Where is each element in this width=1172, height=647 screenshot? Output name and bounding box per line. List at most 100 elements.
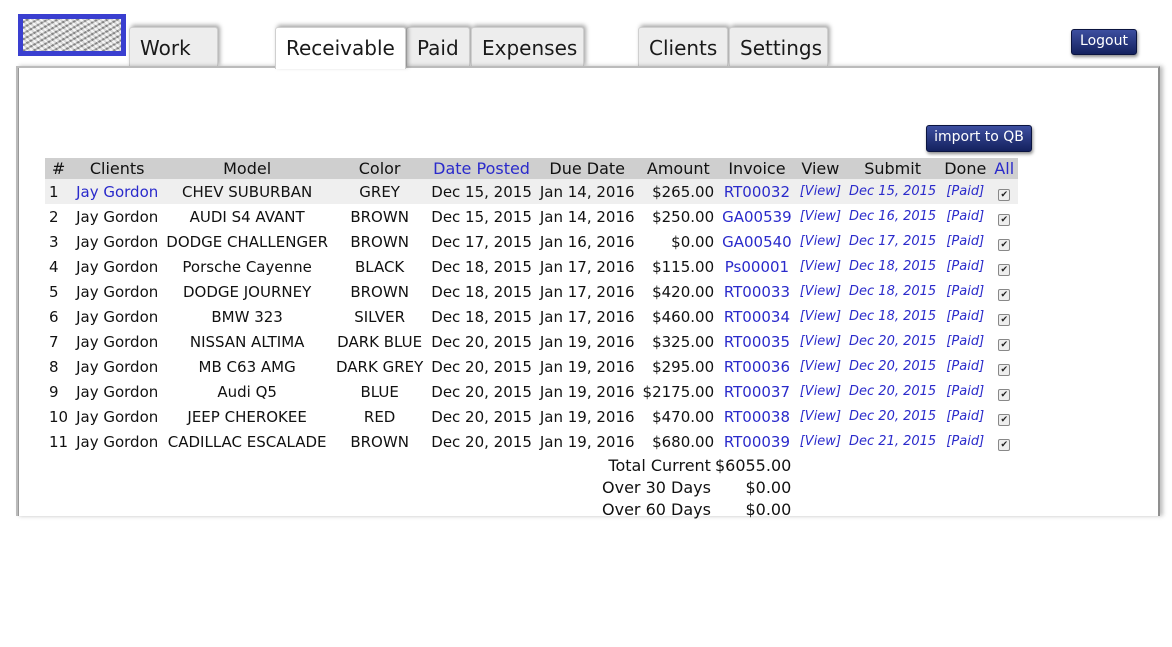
done-checkbox[interactable]: ✔: [998, 363, 1011, 376]
client-link[interactable]: Jay Gordon: [72, 354, 162, 379]
submit-date-link[interactable]: Dec 20, 2015: [845, 329, 940, 354]
view-link[interactable]: [View]: [796, 429, 845, 454]
invoice-link[interactable]: RT00037: [718, 379, 796, 404]
invoice-link[interactable]: RT00034: [718, 304, 796, 329]
invoice-link[interactable]: RT00033: [718, 279, 796, 304]
client-link[interactable]: Jay Gordon: [72, 254, 162, 279]
model-cell: MB C63 AMG: [198, 357, 296, 376]
col-header-clients[interactable]: Clients: [72, 158, 163, 179]
client-link[interactable]: Jay Gordon: [72, 404, 162, 429]
view-link[interactable]: [View]: [796, 304, 845, 329]
done-checkbox[interactable]: ✔: [998, 238, 1011, 251]
tab-receivable[interactable]: Receivable: [275, 27, 406, 69]
color-cell: RED: [363, 407, 396, 426]
paid-link[interactable]: [Paid]: [940, 354, 990, 379]
invoice-link[interactable]: RT00038: [718, 404, 796, 429]
tab-work-orders[interactable]: Work Orders: [129, 27, 219, 100]
date-posted-cell: Dec 17, 2015: [431, 232, 532, 251]
submit-date-link[interactable]: Dec 21, 2015: [845, 429, 940, 454]
client-link[interactable]: Jay Gordon: [72, 304, 162, 329]
view-link[interactable]: [View]: [796, 404, 845, 429]
paid-link[interactable]: [Paid]: [940, 429, 990, 454]
view-link[interactable]: [View]: [796, 204, 845, 229]
invoice-link[interactable]: GA00540: [718, 229, 796, 254]
view-link[interactable]: [View]: [796, 254, 845, 279]
tab-settings[interactable]: Settings: [729, 27, 828, 67]
paid-link[interactable]: [Paid]: [940, 329, 990, 354]
row-number: 7: [49, 332, 59, 351]
invoice-link[interactable]: RT00035: [718, 329, 796, 354]
done-checkbox-cell: ✔: [990, 179, 1019, 204]
view-link[interactable]: [View]: [796, 329, 845, 354]
paid-link[interactable]: [Paid]: [940, 404, 990, 429]
submit-date-link[interactable]: Dec 20, 2015: [845, 379, 940, 404]
view-link[interactable]: [View]: [795, 179, 846, 204]
done-checkbox-cell: ✔: [990, 254, 1018, 279]
submit-date-link[interactable]: Dec 18, 2015: [845, 254, 940, 279]
client-link[interactable]: Jay Gordon: [72, 379, 162, 404]
submit-date-link[interactable]: Dec 20, 2015: [845, 404, 940, 429]
row-number: 10: [49, 407, 69, 426]
table-row: 6 Jay Gordon BMW 323 SILVER Dec 18, 2015 Jan …: [45, 304, 1018, 329]
client-link[interactable]: Jay Gordon: [72, 429, 162, 454]
tab-paid[interactable]: Paid: [406, 27, 470, 67]
col-header-due-date[interactable]: Due Date: [535, 158, 639, 179]
col-header-submit[interactable]: Submit: [845, 158, 941, 179]
submit-date-link[interactable]: Dec 18, 2015: [845, 304, 940, 329]
paid-link[interactable]: [Paid]: [940, 279, 990, 304]
color-cell: BLUE: [360, 382, 399, 401]
col-header-date-posted[interactable]: Date Posted: [427, 158, 536, 179]
tab-clients[interactable]: Clients: [638, 27, 729, 67]
col-header-done: Done: [940, 158, 991, 179]
import-to-qb-button[interactable]: import to QB: [926, 125, 1032, 152]
col-header-model[interactable]: Model: [162, 158, 332, 179]
submit-date-link[interactable]: Dec 16, 2015: [845, 204, 940, 229]
client-link[interactable]: Jay Gordon: [72, 279, 162, 304]
done-checkbox[interactable]: ✔: [998, 438, 1011, 451]
submit-date-link[interactable]: Dec 17, 2015: [845, 229, 940, 254]
client-link[interactable]: Jay Gordon: [72, 204, 162, 229]
done-checkbox[interactable]: ✔: [998, 263, 1011, 276]
view-link[interactable]: [View]: [796, 279, 845, 304]
tab-expenses[interactable]: Expenses: [471, 27, 584, 67]
logout-button[interactable]: Logout: [1071, 29, 1137, 55]
invoice-link[interactable]: RT00039: [718, 429, 796, 454]
invoice-link[interactable]: RT00032: [718, 179, 796, 204]
paid-link[interactable]: [Paid]: [940, 304, 990, 329]
receivable-table: # Clients Model Color Date Posted Due Da…: [45, 158, 1019, 454]
done-checkbox[interactable]: ✔: [998, 388, 1011, 401]
invoice-link[interactable]: GA00539: [718, 204, 796, 229]
invoice-link[interactable]: Ps00001: [718, 254, 796, 279]
done-checkbox[interactable]: ✔: [998, 288, 1011, 301]
paid-link[interactable]: [Paid]: [940, 204, 990, 229]
paid-link[interactable]: [Paid]: [940, 229, 990, 254]
view-link[interactable]: [View]: [796, 354, 845, 379]
invoice-link[interactable]: RT00036: [718, 354, 796, 379]
done-checkbox[interactable]: ✔: [998, 213, 1011, 226]
client-link[interactable]: Jay Gordon: [72, 179, 163, 204]
submit-date-link[interactable]: Dec 20, 2015: [845, 354, 940, 379]
view-link[interactable]: [View]: [796, 229, 845, 254]
col-header-color[interactable]: Color: [332, 158, 428, 179]
col-header-amount[interactable]: Amount: [638, 158, 719, 179]
paid-link[interactable]: [Paid]: [940, 254, 990, 279]
row-number: 2: [49, 207, 59, 226]
col-header-view: View: [795, 158, 846, 179]
model-cell: JEEP CHEROKEE: [187, 407, 307, 426]
submit-date-link[interactable]: Dec 18, 2015: [845, 279, 940, 304]
due-date-cell: Jan 17, 2016: [539, 307, 635, 326]
amount-cell: $325.00: [652, 332, 715, 351]
submit-date-link[interactable]: Dec 15, 2015: [845, 179, 941, 204]
done-checkbox[interactable]: ✔: [998, 313, 1011, 326]
select-all-link[interactable]: All: [990, 158, 1019, 179]
client-link[interactable]: Jay Gordon: [72, 329, 162, 354]
paid-link[interactable]: [Paid]: [940, 179, 991, 204]
done-checkbox[interactable]: ✔: [998, 413, 1011, 426]
paid-link[interactable]: [Paid]: [940, 379, 990, 404]
col-header-invoice[interactable]: Invoice: [718, 158, 796, 179]
due-date-cell: Jan 17, 2016: [539, 282, 635, 301]
done-checkbox[interactable]: ✔: [998, 188, 1011, 201]
client-link[interactable]: Jay Gordon: [72, 229, 162, 254]
view-link[interactable]: [View]: [796, 379, 845, 404]
done-checkbox[interactable]: ✔: [998, 338, 1011, 351]
